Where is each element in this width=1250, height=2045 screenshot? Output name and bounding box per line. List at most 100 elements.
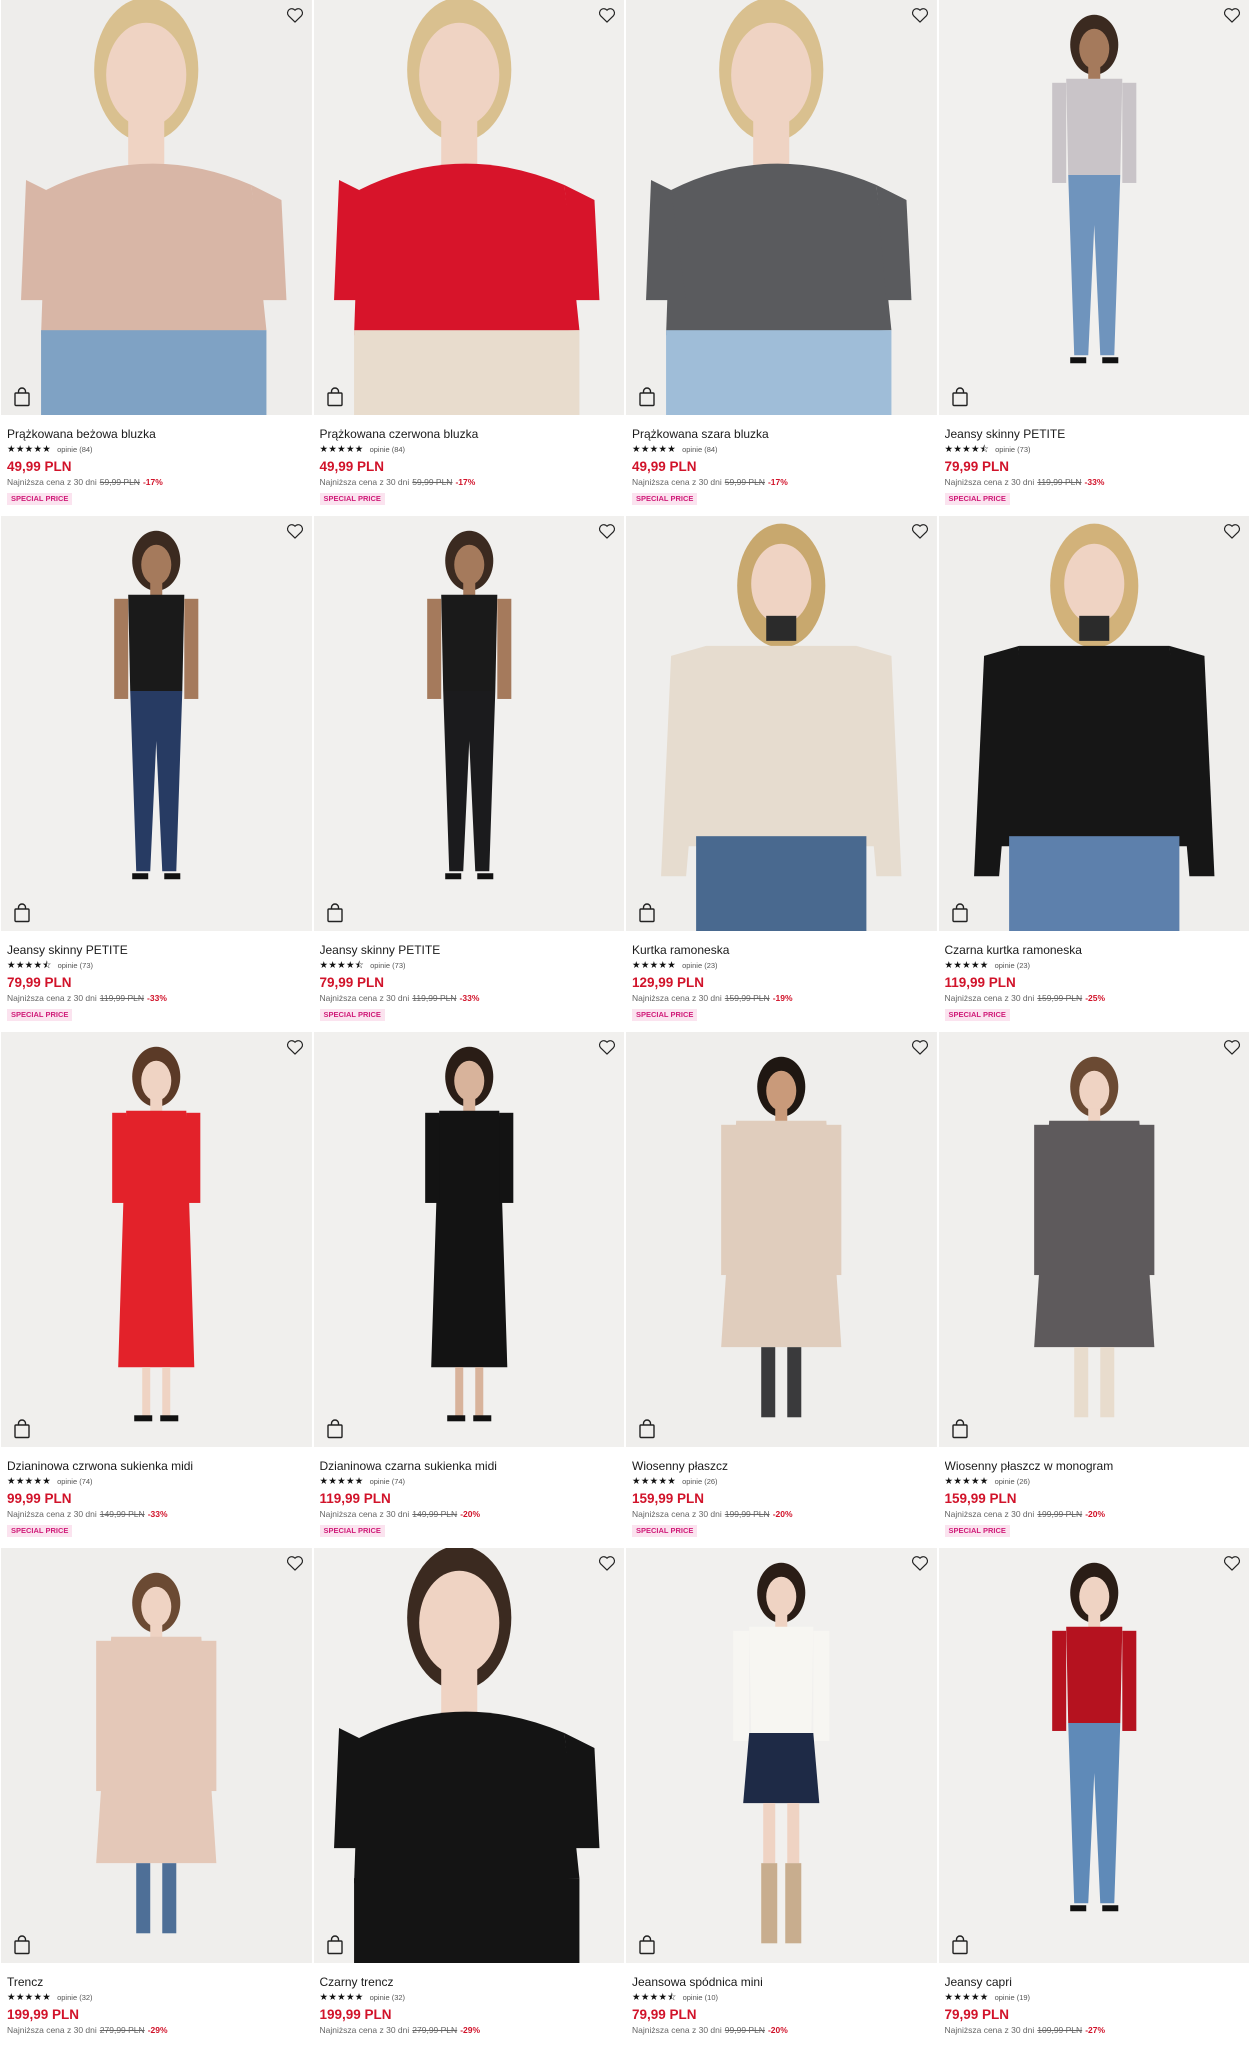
reviews-count[interactable]: opinie (23) — [995, 960, 1030, 972]
product-photo[interactable] — [626, 1548, 937, 1963]
shopping-bag-icon[interactable] — [13, 1419, 31, 1439]
shopping-bag-icon[interactable] — [13, 903, 31, 923]
product-photo[interactable] — [1, 1548, 312, 1963]
reviews-count[interactable]: opinie (74) — [370, 1476, 405, 1488]
product-name[interactable]: Jeansy skinny PETITE — [320, 943, 619, 957]
heart-outline-icon[interactable] — [1222, 1037, 1242, 1057]
product-card[interactable]: Dzianinowa czrwona sukienka midi ★★★★★ opi… — [0, 1032, 313, 1548]
heart-outline-icon[interactable] — [285, 5, 305, 25]
product-name[interactable]: Dzianinowa czrwona sukienka midi — [7, 1459, 306, 1473]
product-name[interactable]: Jeansowa spódnica mini — [632, 1975, 931, 1989]
product-image[interactable] — [938, 516, 1250, 931]
product-name[interactable]: Czarna kurtka ramoneska — [945, 943, 1244, 957]
shopping-bag-icon[interactable] — [951, 387, 969, 407]
product-card[interactable]: Czarny trencz ★★★★★ opinie (32) 199,99 PLN N… — [313, 1548, 626, 2045]
product-image[interactable] — [938, 1032, 1250, 1447]
heart-outline-icon[interactable] — [597, 1037, 617, 1057]
product-card[interactable]: Prążkowana czerwona bluzka ★★★★★ opinie (8… — [313, 0, 626, 516]
reviews-count[interactable]: opinie (84) — [370, 444, 405, 456]
shopping-bag-icon[interactable] — [951, 903, 969, 923]
heart-outline-icon[interactable] — [910, 1037, 930, 1057]
heart-outline-icon[interactable] — [1222, 521, 1242, 541]
product-name[interactable]: Czarny trencz — [320, 1975, 619, 1989]
product-name[interactable]: Kurtka ramoneska — [632, 943, 931, 957]
product-image[interactable] — [626, 1032, 937, 1447]
product-image[interactable] — [938, 1548, 1249, 1963]
heart-outline-icon[interactable] — [910, 521, 930, 541]
product-image[interactable] — [1, 516, 312, 931]
reviews-count[interactable]: opinie (32) — [57, 1992, 92, 2004]
product-name[interactable]: Jeansy capri — [945, 1975, 1244, 1989]
product-image[interactable] — [626, 516, 937, 931]
product-card[interactable]: Prążkowana szara bluzka ★★★★★ opinie (84) 4… — [625, 0, 938, 516]
product-card[interactable]: Czarna kurtka ramoneska ★★★★★ opinie (23) 1… — [938, 516, 1250, 1032]
reviews-count[interactable]: opinie (26) — [682, 1476, 717, 1488]
product-card[interactable]: Jeansy skinny PETITE ★★★★⯪ opinie (73) 79,9… — [938, 0, 1250, 516]
product-card[interactable]: Dzianinowa czarna sukienka midi ★★★★★ opin… — [313, 1032, 626, 1548]
product-image[interactable] — [1, 0, 312, 415]
product-card[interactable]: Trencz ★★★★★ opinie (32) 199,99 PLN Najniższ… — [0, 1548, 313, 2045]
reviews-count[interactable]: opinie (73) — [58, 960, 93, 972]
product-image[interactable] — [313, 1032, 625, 1447]
shopping-bag-icon[interactable] — [951, 1419, 969, 1439]
product-name[interactable]: Jeansy skinny PETITE — [945, 427, 1244, 441]
reviews-count[interactable]: opinie (26) — [995, 1476, 1030, 1488]
reviews-count[interactable]: opinie (84) — [57, 444, 92, 456]
product-card[interactable]: Jeansowa spódnica mini ★★★★⯪ opinie (10) 79… — [625, 1548, 938, 2045]
product-image[interactable] — [1, 1032, 312, 1447]
reviews-count[interactable]: opinie (74) — [57, 1476, 92, 1488]
heart-outline-icon[interactable] — [285, 1553, 305, 1573]
shopping-bag-icon[interactable] — [13, 1935, 31, 1955]
product-name[interactable]: Dzianinowa czarna sukienka midi — [320, 1459, 619, 1473]
shopping-bag-icon[interactable] — [13, 387, 31, 407]
reviews-count[interactable]: opinie (23) — [682, 960, 717, 972]
shopping-bag-icon[interactable] — [638, 903, 656, 923]
heart-outline-icon[interactable] — [910, 1553, 930, 1573]
reviews-count[interactable]: opinie (84) — [682, 444, 717, 456]
shopping-bag-icon[interactable] — [638, 1935, 656, 1955]
heart-outline-icon[interactable] — [597, 5, 617, 25]
reviews-count[interactable]: opinie (73) — [995, 444, 1030, 456]
product-image[interactable] — [313, 1548, 625, 1963]
product-name[interactable]: Jeansy skinny PETITE — [7, 943, 306, 957]
reviews-count[interactable]: opinie (10) — [683, 1992, 718, 2004]
heart-outline-icon[interactable] — [1222, 5, 1242, 25]
product-photo[interactable] — [313, 1548, 625, 1963]
product-image[interactable] — [313, 516, 625, 931]
product-card[interactable]: Wiosenny płaszcz ★★★★★ opinie (26) 159,99 P… — [625, 1032, 938, 1548]
product-card[interactable]: Prążkowana beżowa bluzka ★★★★★ opinie (84)… — [0, 0, 313, 516]
product-photo[interactable] — [313, 0, 625, 415]
product-name[interactable]: Wiosenny płaszcz — [632, 1459, 931, 1473]
product-photo[interactable] — [313, 516, 625, 931]
product-card[interactable]: Kurtka ramoneska ★★★★★ opinie (23) 129,99 P… — [625, 516, 938, 1032]
product-card[interactable]: Jeansy skinny PETITE ★★★★⯪ opinie (73) 79,9… — [313, 516, 626, 1032]
reviews-count[interactable]: opinie (32) — [370, 1992, 405, 2004]
product-card[interactable]: Wiosenny płaszcz w monogram ★★★★★ opinie (… — [938, 1032, 1250, 1548]
heart-outline-icon[interactable] — [597, 1553, 617, 1573]
product-photo[interactable] — [938, 1032, 1250, 1447]
shopping-bag-icon[interactable] — [638, 387, 656, 407]
product-image[interactable] — [938, 0, 1249, 415]
product-photo[interactable] — [626, 1032, 937, 1447]
reviews-count[interactable]: opinie (19) — [995, 1992, 1030, 2004]
heart-outline-icon[interactable] — [910, 5, 930, 25]
reviews-count[interactable]: opinie (73) — [370, 960, 405, 972]
product-photo[interactable] — [1, 516, 312, 931]
product-photo[interactable] — [313, 1032, 625, 1447]
product-photo[interactable] — [1, 0, 312, 415]
heart-outline-icon[interactable] — [285, 1037, 305, 1057]
product-photo[interactable] — [1, 1032, 312, 1447]
heart-outline-icon[interactable] — [1222, 1553, 1242, 1573]
shopping-bag-icon[interactable] — [638, 1419, 656, 1439]
product-card[interactable]: Jeansy capri ★★★★★ opinie (19) 79,99 PLN Naj… — [938, 1548, 1250, 2045]
shopping-bag-icon[interactable] — [326, 1935, 344, 1955]
product-name[interactable]: Trencz — [7, 1975, 306, 1989]
product-image[interactable] — [626, 1548, 937, 1963]
product-card[interactable]: Jeansy skinny PETITE ★★★★⯪ opinie (73) 79,9… — [0, 516, 313, 1032]
product-name[interactable]: Wiosenny płaszcz w monogram — [945, 1459, 1244, 1473]
product-photo[interactable] — [938, 516, 1250, 931]
product-photo[interactable] — [626, 516, 937, 931]
product-image[interactable] — [1, 1548, 312, 1963]
product-name[interactable]: Prążkowana beżowa bluzka — [7, 427, 306, 441]
product-image[interactable] — [313, 0, 625, 415]
